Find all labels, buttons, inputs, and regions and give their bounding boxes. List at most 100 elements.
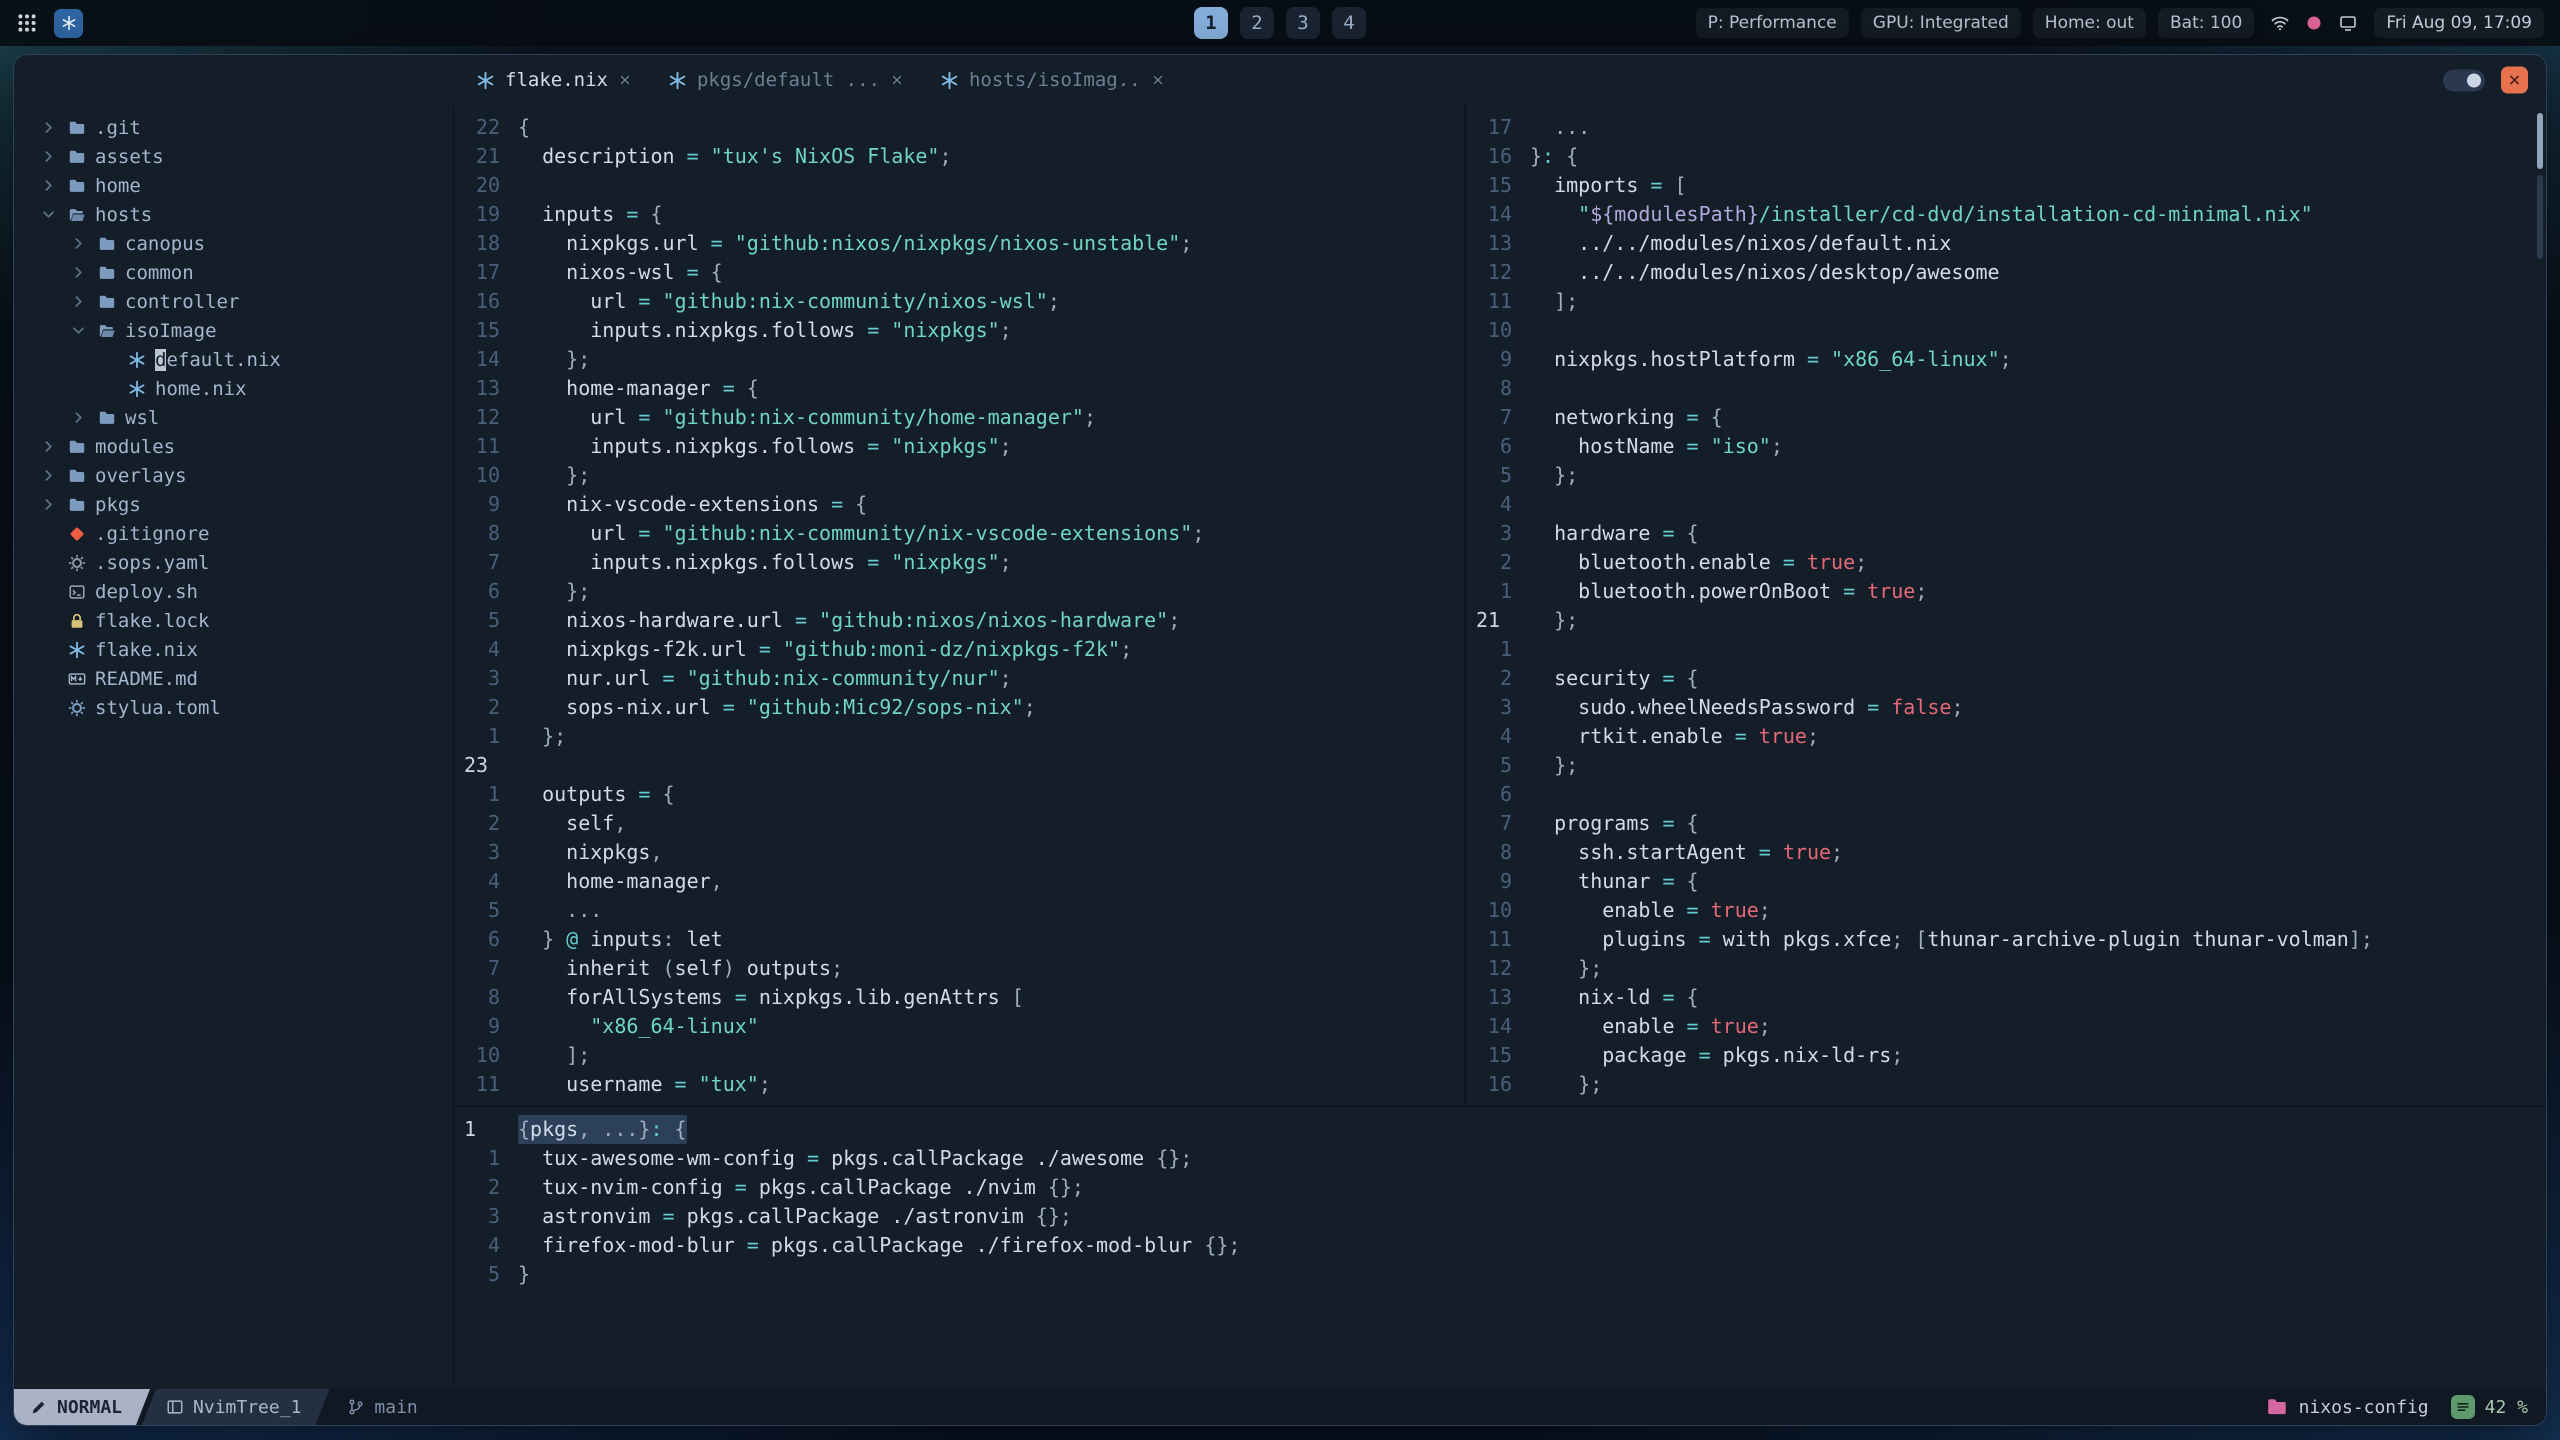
- status-bat-100[interactable]: Bat: 100: [2157, 8, 2255, 38]
- code-line[interactable]: 11 ];: [1466, 287, 2546, 316]
- window-close-button[interactable]: [2501, 66, 2528, 94]
- code-line[interactable]: 10: [1466, 316, 2546, 345]
- editor-pane-pkgs-default-nix[interactable]: 1 {pkgs, ...}: {1 tux-awesome-wm-config =…: [454, 1107, 2546, 1389]
- code-line[interactable]: 14 enable = true;: [1466, 1012, 2546, 1041]
- code-line[interactable]: 9 "x86_64-linux": [454, 1012, 1464, 1041]
- code-line[interactable]: 8 ssh.startAgent = true;: [1466, 838, 2546, 867]
- code-line[interactable]: 2 sops-nix.url = "github:Mic92/sops-nix"…: [454, 693, 1464, 722]
- tree-item-overlays[interactable]: overlays: [14, 461, 453, 490]
- code-line[interactable]: 11 inputs.nixpkgs.follows = "nixpkgs";: [454, 432, 1464, 461]
- tab-flake-nix[interactable]: flake.nix: [460, 55, 648, 105]
- clock[interactable]: Fri Aug 09, 17:09: [2374, 8, 2544, 38]
- code-line[interactable]: 4 firefox-mod-blur = pkgs.callPackage ./…: [454, 1231, 2546, 1260]
- menu-icon[interactable]: [16, 12, 38, 34]
- tree-item-controller[interactable]: controller: [14, 287, 453, 316]
- workspace-button-2[interactable]: 2: [1240, 7, 1274, 39]
- workspace-button-1[interactable]: 1: [1194, 7, 1228, 39]
- tab-close-icon[interactable]: [1151, 73, 1165, 87]
- code-line[interactable]: 4 home-manager,: [454, 867, 1464, 896]
- code-line[interactable]: 3 astronvim = pkgs.callPackage ./astronv…: [454, 1202, 2546, 1231]
- code-line[interactable]: 5 };: [1466, 751, 2546, 780]
- status-home-out[interactable]: Home: out: [2032, 8, 2146, 38]
- code-line[interactable]: 10 };: [454, 461, 1464, 490]
- code-line[interactable]: 19 inputs = {: [454, 200, 1464, 229]
- code-line[interactable]: 5}: [454, 1260, 2546, 1289]
- code-line[interactable]: 10 ];: [454, 1041, 1464, 1070]
- code-line[interactable]: 14 "${modulesPath}/installer/cd-dvd/inst…: [1466, 200, 2546, 229]
- tree-item-common[interactable]: common: [14, 258, 453, 287]
- code-line[interactable]: 7 inputs.nixpkgs.follows = "nixpkgs";: [454, 548, 1464, 577]
- tree-item-flake-lock[interactable]: flake.lock: [14, 606, 453, 635]
- workspace-button-4[interactable]: 4: [1332, 7, 1366, 39]
- code-line[interactable]: 2 bluetooth.enable = true;: [1466, 548, 2546, 577]
- code-line[interactable]: 5 ...: [454, 896, 1464, 925]
- code-line[interactable]: 21 };: [1466, 606, 2546, 635]
- code-line[interactable]: 7 networking = {: [1466, 403, 2546, 432]
- code-line[interactable]: 14 };: [454, 345, 1464, 374]
- git-branch[interactable]: main: [329, 1389, 418, 1425]
- network-icon[interactable]: [2270, 13, 2290, 33]
- code-line[interactable]: 20: [454, 171, 1464, 200]
- tree-item-sops-yaml[interactable]: .sops.yaml: [14, 548, 453, 577]
- code-line[interactable]: 4 rtkit.enable = true;: [1466, 722, 2546, 751]
- tab-close-icon[interactable]: [618, 73, 632, 87]
- app-icon[interactable]: [54, 8, 83, 38]
- code-line[interactable]: 16 };: [1466, 1070, 2546, 1099]
- code-line[interactable]: 22 {: [454, 113, 1464, 142]
- code-line[interactable]: 4 nixpkgs-f2k.url = "github:moni-dz/nixp…: [454, 635, 1464, 664]
- code-line[interactable]: 7 inherit (self) outputs;: [454, 954, 1464, 983]
- code-line[interactable]: 8 url = "github:nix-community/nix-vscode…: [454, 519, 1464, 548]
- tree-item-home-nix[interactable]: home.nix: [14, 374, 453, 403]
- code-line[interactable]: 5 nixos-hardware.url = "github:nixos/nix…: [454, 606, 1464, 635]
- code-line[interactable]: 18 nixpkgs.url = "github:nixos/nixpkgs/n…: [454, 229, 1464, 258]
- tree-item-flake-nix[interactable]: flake.nix: [14, 635, 453, 664]
- tree-item-assets[interactable]: assets: [14, 142, 453, 171]
- code-line[interactable]: 2 tux-nvim-config = pkgs.callPackage ./n…: [454, 1173, 2546, 1202]
- code-line[interactable]: 16}: {: [1466, 142, 2546, 171]
- code-line[interactable]: 3 hardware = {: [1466, 519, 2546, 548]
- status-p-performance[interactable]: P: Performance: [1695, 8, 1849, 38]
- tree-item-pkgs[interactable]: pkgs: [14, 490, 453, 519]
- display-icon[interactable]: [2338, 13, 2358, 33]
- code-line[interactable]: 12 };: [1466, 954, 2546, 983]
- code-line[interactable]: 15 package = pkgs.nix-ld-rs;: [1466, 1041, 2546, 1070]
- tree-item-deploy-sh[interactable]: deploy.sh: [14, 577, 453, 606]
- code-line[interactable]: 16 url = "github:nix-community/nixos-wsl…: [454, 287, 1464, 316]
- tree-item-canopus[interactable]: canopus: [14, 229, 453, 258]
- code-line[interactable]: 6 } @ inputs: let: [454, 925, 1464, 954]
- tree-item-default-nix[interactable]: default.nix: [14, 345, 453, 374]
- scrollbar-thumb[interactable]: [2537, 113, 2543, 169]
- workspace-button-3[interactable]: 3: [1286, 7, 1320, 39]
- code-line[interactable]: 15 imports = [: [1466, 171, 2546, 200]
- code-line[interactable]: 3 nixpkgs,: [454, 838, 1464, 867]
- code-line[interactable]: 2 security = {: [1466, 664, 2546, 693]
- code-line[interactable]: 21 description = "tux's NixOS Flake";: [454, 142, 1464, 171]
- code-line[interactable]: 11 username = "tux";: [454, 1070, 1464, 1099]
- code-line[interactable]: 12 url = "github:nix-community/home-mana…: [454, 403, 1464, 432]
- code-line[interactable]: 2 self,: [454, 809, 1464, 838]
- code-line[interactable]: 6 };: [454, 577, 1464, 606]
- tree-item-modules[interactable]: modules: [14, 432, 453, 461]
- indicator-dot-icon[interactable]: [2304, 13, 2324, 33]
- code-line[interactable]: 12 ../../modules/nixos/desktop/awesome: [1466, 258, 2546, 287]
- code-line[interactable]: 15 inputs.nixpkgs.follows = "nixpkgs";: [454, 316, 1464, 345]
- code-line[interactable]: 10 enable = true;: [1466, 896, 2546, 925]
- code-line[interactable]: 1: [1466, 635, 2546, 664]
- code-line[interactable]: 1 tux-awesome-wm-config = pkgs.callPacka…: [454, 1144, 2546, 1173]
- tree-item-wsl[interactable]: wsl: [14, 403, 453, 432]
- code-line[interactable]: 9 thunar = {: [1466, 867, 2546, 896]
- tree-item-readme-md[interactable]: README.md: [14, 664, 453, 693]
- code-line[interactable]: 1 {pkgs, ...}: {: [454, 1115, 2546, 1144]
- code-line[interactable]: 8 forAllSystems = nixpkgs.lib.genAttrs [: [454, 983, 1464, 1012]
- code-line[interactable]: 7 programs = {: [1466, 809, 2546, 838]
- editor-pane-flake-nix[interactable]: 22{21 description = "tux's NixOS Flake";…: [454, 105, 1464, 1105]
- tree-item-git[interactable]: .git: [14, 113, 453, 142]
- toggle-button[interactable]: [2443, 69, 2485, 91]
- code-line[interactable]: 1 bluetooth.powerOnBoot = true;: [1466, 577, 2546, 606]
- code-line[interactable]: 8: [1466, 374, 2546, 403]
- code-line[interactable]: 17 ...: [1466, 113, 2546, 142]
- code-line[interactable]: 4: [1466, 490, 2546, 519]
- code-line[interactable]: 6: [1466, 780, 2546, 809]
- code-line[interactable]: 9 nix-vscode-extensions = {: [454, 490, 1464, 519]
- tree-item-hosts[interactable]: hosts: [14, 200, 453, 229]
